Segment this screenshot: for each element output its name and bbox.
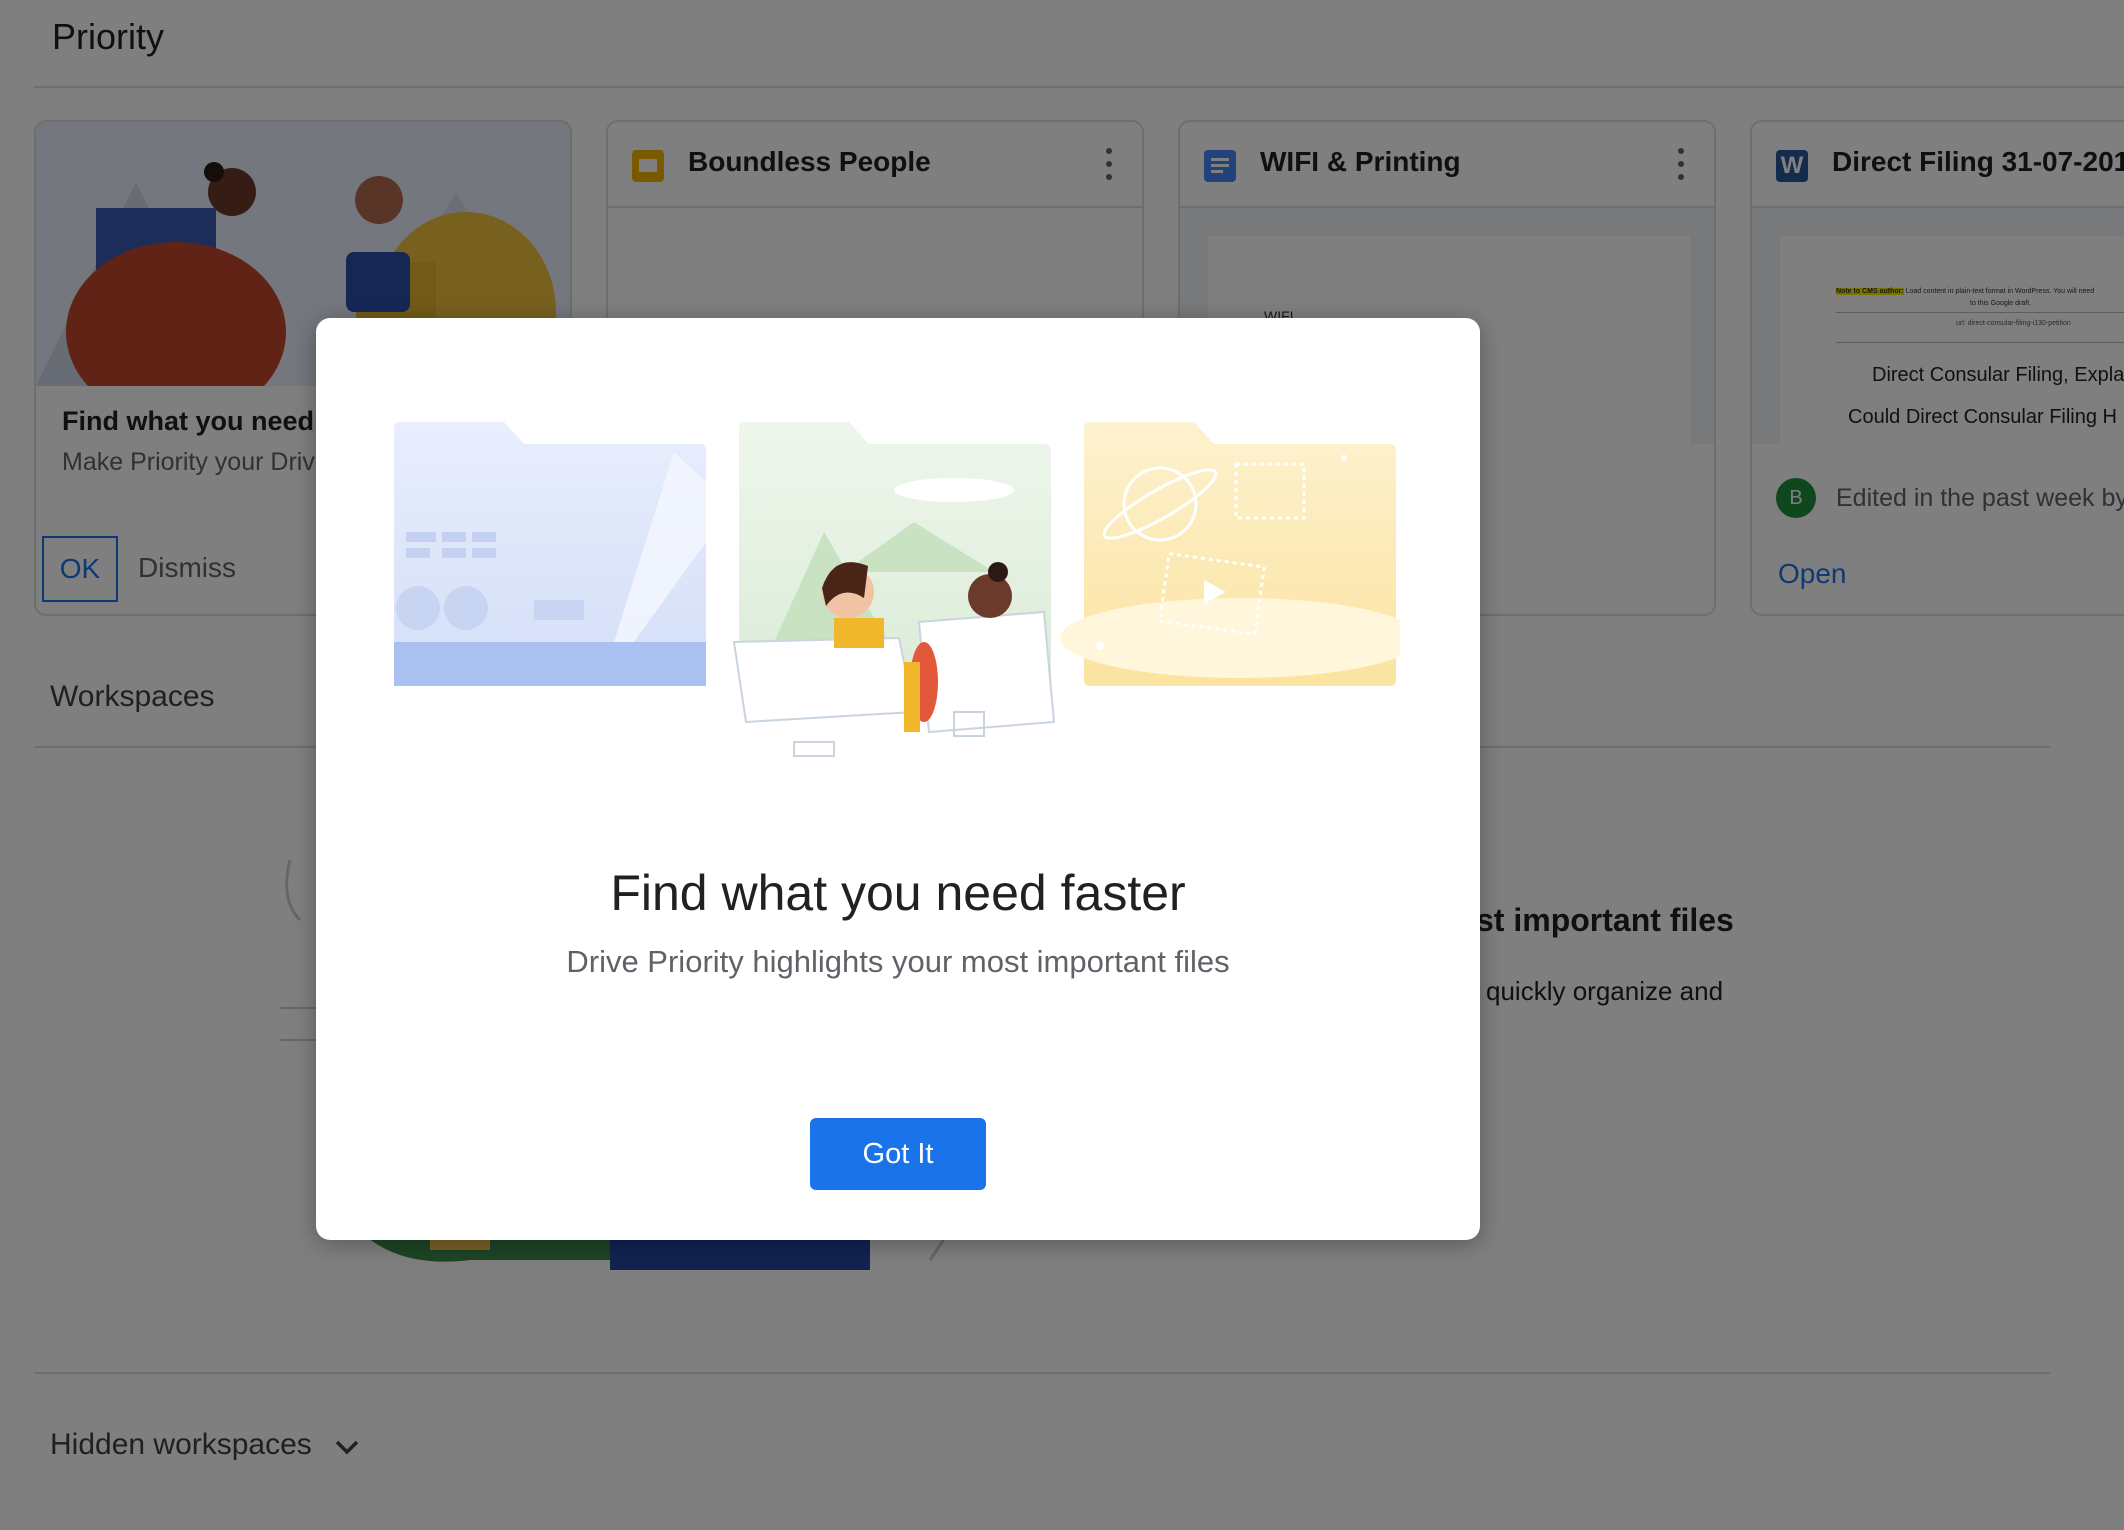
got-it-button[interactable]: Got It	[810, 1118, 986, 1190]
dialog-title: Find what you need faster	[610, 865, 1186, 921]
folders-illustration	[394, 422, 1420, 802]
priority-intro-dialog: Find what you need faster Drive Priority…	[316, 318, 1480, 1240]
dialog-subtitle: Drive Priority highlights your most impo…	[566, 944, 1230, 979]
